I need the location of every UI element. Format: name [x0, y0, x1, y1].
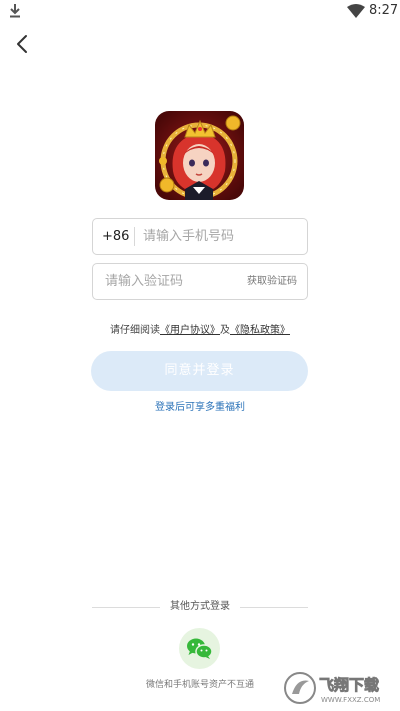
- svg-text:飞翔下载: 飞翔下载: [319, 676, 379, 694]
- wechat-login-button[interactable]: [179, 628, 220, 669]
- wifi-icon: [347, 4, 365, 18]
- agreement-and: 及: [220, 325, 230, 336]
- back-arrow-icon[interactable]: [12, 32, 34, 56]
- get-code-button[interactable]: 获取验证码: [247, 264, 297, 299]
- field-separator: [134, 227, 135, 246]
- agreement-text: 请仔细阅读《用户协议》及《隐私政策》: [0, 324, 400, 338]
- agreement-prefix: 请仔细阅读: [110, 325, 160, 336]
- verification-code-field: 获取验证码: [92, 263, 308, 300]
- phone-input[interactable]: [143, 219, 303, 254]
- verification-code-input[interactable]: [105, 264, 245, 299]
- login-benefits-link[interactable]: 登录后可享多重福利: [0, 401, 400, 415]
- watermark-logo: 飞翔下载 WWW.FXXZ.COM: [284, 672, 380, 704]
- phone-field: +86: [92, 218, 308, 255]
- privacy-policy-link[interactable]: 《隐私政策》: [230, 325, 290, 336]
- app-icon: [155, 111, 244, 200]
- user-agreement-link[interactable]: 《用户协议》: [160, 325, 220, 336]
- status-bar: 8:27: [0, 0, 400, 22]
- download-icon: [10, 4, 20, 18]
- agree-and-login-button[interactable]: 同意并登录: [91, 351, 308, 391]
- svg-text:WWW.FXXZ.COM: WWW.FXXZ.COM: [321, 696, 380, 704]
- wechat-icon: [187, 638, 213, 659]
- divider-right: [240, 607, 308, 608]
- country-code[interactable]: +86: [102, 219, 129, 254]
- status-time: 8:27: [369, 3, 399, 18]
- other-login-title: 其他方式登录: [170, 601, 230, 612]
